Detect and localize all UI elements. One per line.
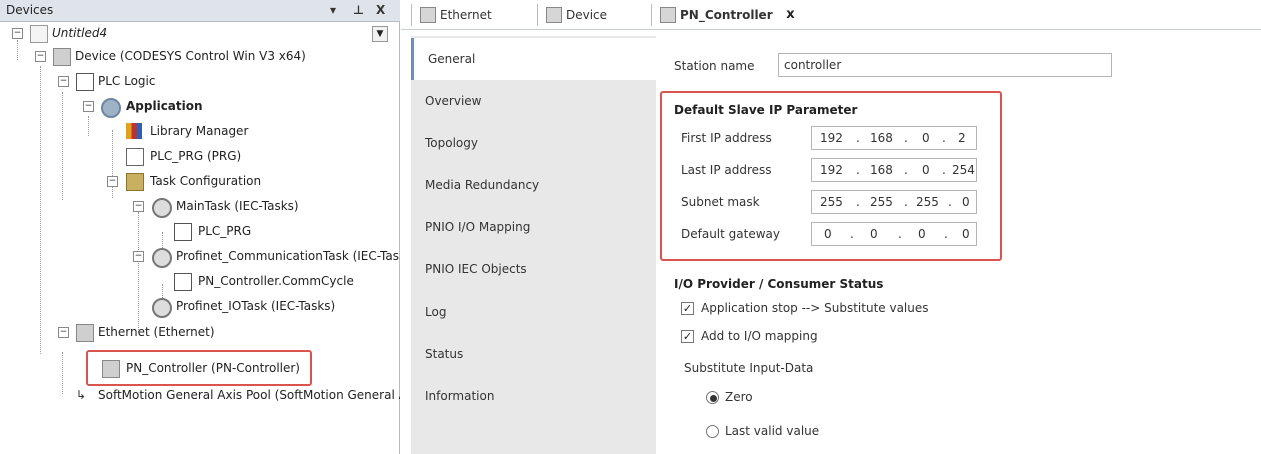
- tree-item-label: SoftMotion General Axis Pool (SoftMotion…: [98, 388, 400, 402]
- program-icon: [126, 148, 144, 166]
- tab-label: Device: [566, 8, 608, 22]
- task-icon: [152, 248, 172, 268]
- substitute-input-data-label: Substitute Input-Data: [684, 361, 814, 375]
- side-tab-list: General Overview Topology Media Redundan…: [411, 36, 656, 454]
- tree-item-label: Application: [126, 99, 203, 113]
- last-valid-value-label: Last valid value: [725, 424, 820, 438]
- default-slave-ip-title: Default Slave IP Parameter: [674, 103, 858, 117]
- tab-label: PN_Controller: [680, 8, 773, 22]
- tab-ethernet[interactable]: Ethernet: [411, 4, 502, 26]
- side-tab-pnio-iec-objects[interactable]: PNIO IEC Objects: [411, 248, 656, 290]
- add-to-io-mapping-label: Add to I/O mapping: [701, 329, 818, 343]
- panel-close-icon[interactable]: X: [376, 3, 385, 17]
- last-ip-label: Last IP address: [681, 163, 772, 177]
- tree-item-label: MainTask (IEC-Tasks): [176, 199, 299, 213]
- subnet-mask-label: Subnet mask: [681, 195, 760, 209]
- call-icon: [174, 223, 192, 241]
- device-icon: [420, 7, 436, 23]
- application-gear-icon: [101, 98, 121, 118]
- tree-item-label: Untitled4: [52, 26, 108, 40]
- default-gateway-label: Default gateway: [681, 227, 780, 241]
- last-valid-value-radio[interactable]: [706, 425, 719, 438]
- tab-close-icon[interactable]: x: [786, 4, 794, 26]
- task-icon: [152, 298, 172, 318]
- application-stop-label: Application stop --> Substitute values: [701, 301, 929, 315]
- tree-item-label: PN_Controller.CommCycle: [198, 274, 354, 288]
- library-icon: [126, 123, 142, 139]
- side-tab-topology[interactable]: Topology: [411, 122, 656, 164]
- tree-item-label: Task Configuration: [150, 174, 262, 188]
- project-icon: [30, 25, 48, 43]
- tree-item-label: Profinet_CommunicationTask (IEC-Tas: [176, 249, 399, 263]
- tree-item-label: PLC_PRG (PRG): [150, 149, 242, 163]
- zero-radio[interactable]: [706, 391, 719, 404]
- editor-tab-bar: Ethernet Device PN_Controller x: [401, 0, 1261, 30]
- side-tab-general[interactable]: General: [411, 38, 656, 80]
- task-config-icon: [126, 173, 144, 191]
- tree-item-label: PLC Logic: [98, 74, 156, 88]
- device-tree: ▼ − Untitled4 − Device (CODESYS Control …: [0, 22, 400, 454]
- default-gateway-input[interactable]: 0. 0. 0. 0: [811, 222, 977, 246]
- side-tab-pnio-io-mapping[interactable]: PNIO I/O Mapping: [411, 206, 656, 248]
- device-icon: [76, 324, 94, 342]
- side-tab-media-redundancy[interactable]: Media Redundancy: [411, 164, 656, 206]
- tab-label: Ethernet: [440, 8, 492, 22]
- task-icon: [152, 198, 172, 218]
- device-icon: [53, 48, 71, 66]
- io-status-title: I/O Provider / Consumer Status: [674, 277, 884, 291]
- tree-item-label: Library Manager: [150, 124, 249, 138]
- last-ip-input[interactable]: 192. 168. 0. 254: [811, 158, 977, 182]
- editor-area: Ethernet Device PN_Controller x General …: [401, 0, 1261, 454]
- devices-panel: Devices ▾ ⊥ X ▼ − Untitled4 − Device (CO…: [0, 0, 400, 454]
- tree-item-label: PLC_PRG: [198, 224, 252, 238]
- add-to-io-mapping-checkbox[interactable]: ✓: [681, 330, 694, 343]
- side-tab-overview[interactable]: Overview: [411, 80, 656, 122]
- tab-device[interactable]: Device: [537, 4, 617, 26]
- side-tab-log[interactable]: Log: [411, 291, 656, 333]
- tree-dropdown-icon[interactable]: ▼: [372, 26, 388, 42]
- devices-panel-title: Devices: [6, 3, 54, 17]
- tree-item-label: PN_Controller (PN-Controller): [126, 361, 300, 375]
- devices-panel-header: Devices ▾ ⊥ X: [0, 0, 400, 22]
- axis-pool-icon: ↳: [76, 388, 87, 402]
- first-ip-label: First IP address: [681, 131, 772, 145]
- tree-item-label: Ethernet (Ethernet): [98, 325, 215, 339]
- panel-pin-icon[interactable]: ⊥: [353, 3, 364, 17]
- station-name-input[interactable]: controller: [778, 53, 1112, 77]
- side-tab-information[interactable]: Information: [411, 375, 656, 417]
- device-icon: [660, 7, 676, 23]
- station-name-label: Station name: [674, 59, 755, 73]
- subnet-mask-input[interactable]: 255. 255. 255. 0: [811, 190, 977, 214]
- plc-logic-icon: [76, 73, 94, 91]
- tree-item-label: Device (CODESYS Control Win V3 x64): [75, 49, 306, 63]
- tab-pn-controller[interactable]: PN_Controller x: [651, 4, 807, 26]
- first-ip-input[interactable]: 192. 168. 0. 2: [811, 126, 977, 150]
- call-icon: [174, 273, 192, 291]
- zero-radio-label: Zero: [725, 390, 753, 404]
- device-icon: [102, 360, 120, 378]
- device-icon: [546, 7, 562, 23]
- side-tab-status[interactable]: Status: [411, 333, 656, 375]
- tree-item-label: Profinet_IOTask (IEC-Tasks): [176, 299, 336, 313]
- application-stop-checkbox[interactable]: ✓: [681, 302, 694, 315]
- panel-dropdown-icon[interactable]: ▾: [330, 3, 336, 17]
